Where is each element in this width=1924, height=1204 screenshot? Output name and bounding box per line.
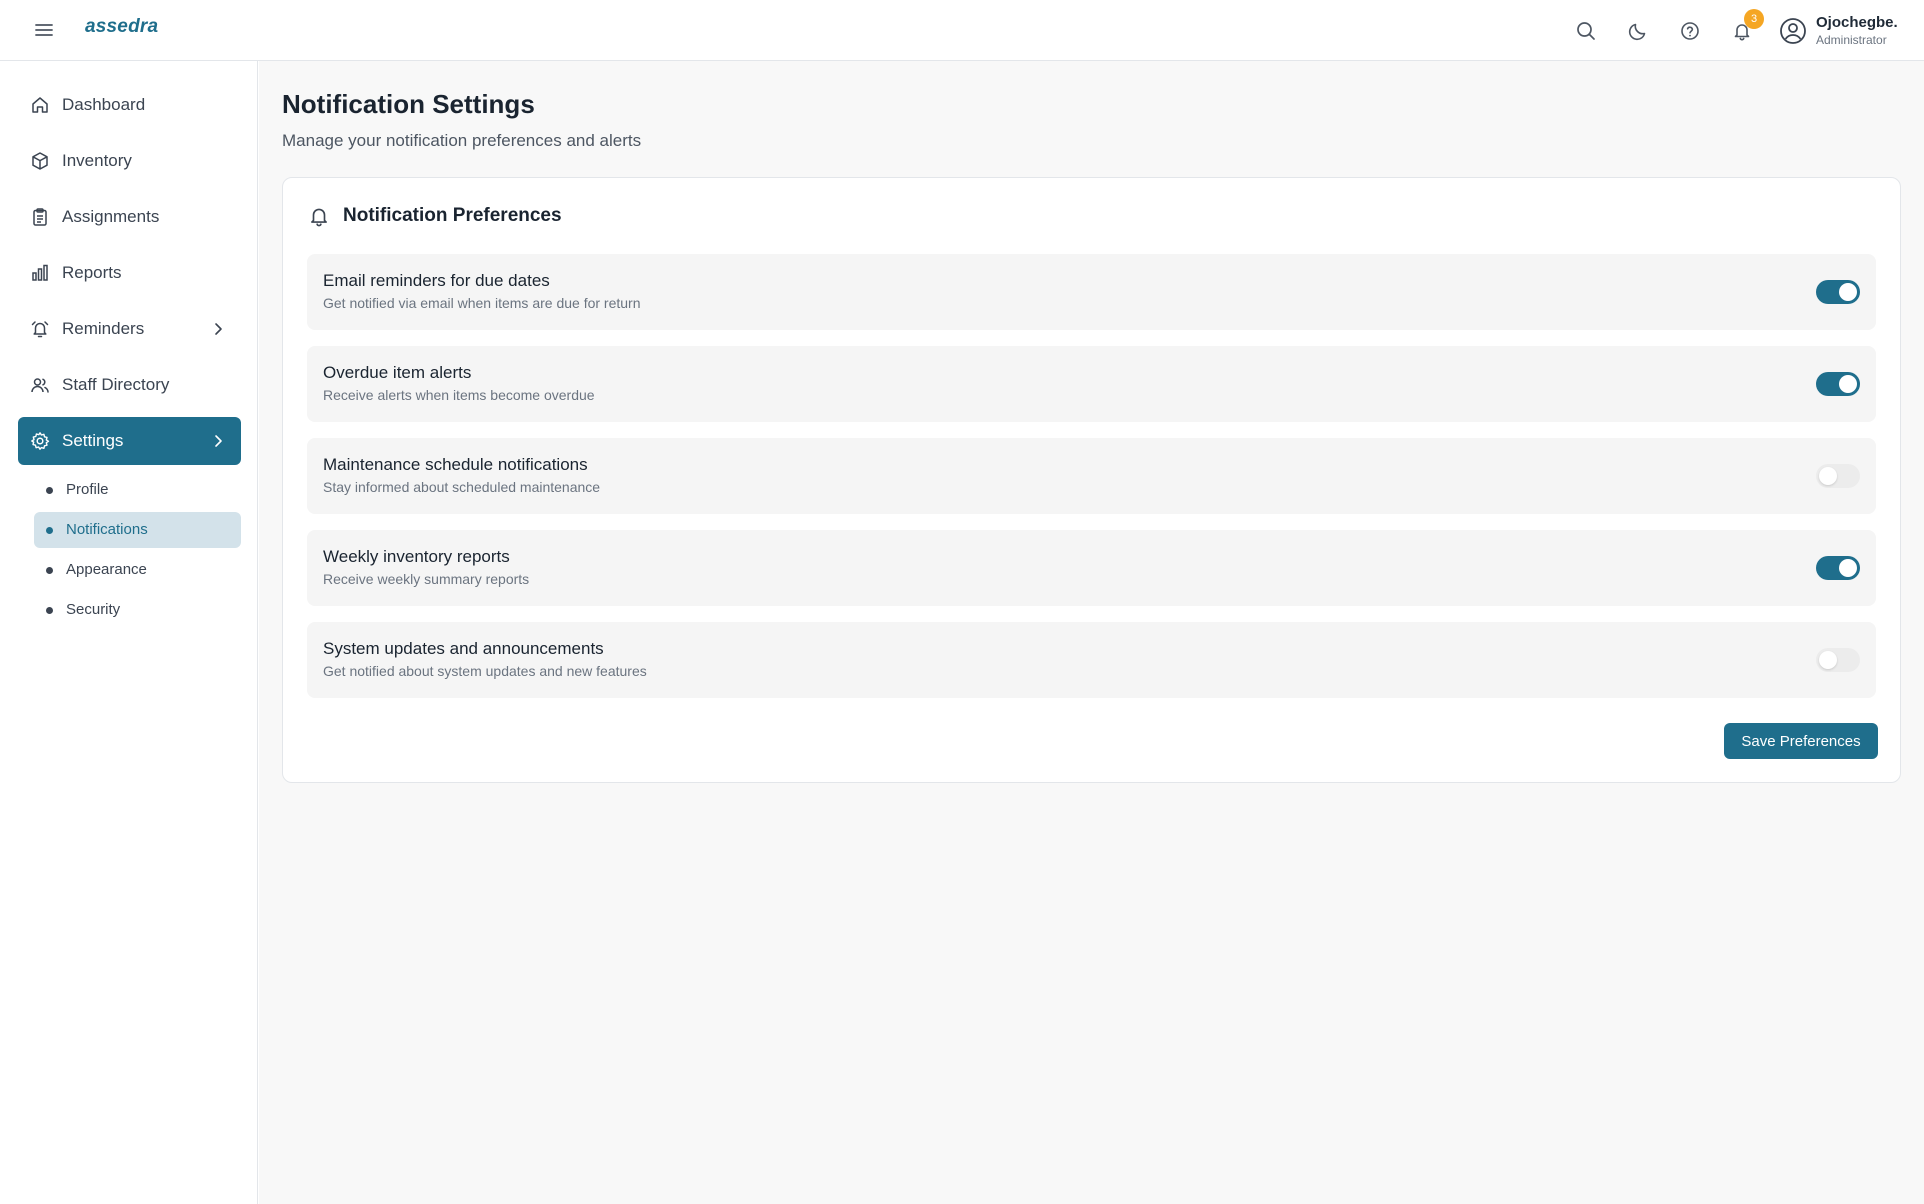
preference-description: Stay informed about scheduled maintenanc…	[323, 479, 601, 495]
preference-title: System updates and announcements	[323, 639, 604, 658]
main-content: Notification Settings Manage your notifi…	[259, 61, 1924, 1204]
sidebar-item-reminders[interactable]: Reminders	[18, 305, 241, 353]
gear-icon	[30, 431, 50, 451]
moon-icon[interactable]	[1625, 18, 1651, 44]
toggle-knob	[1839, 559, 1857, 577]
bullet-dot-icon	[46, 527, 53, 534]
box-icon	[30, 151, 50, 171]
preference-row-weekly-reports: Weekly inventory reports Receive weekly …	[307, 530, 1876, 606]
toggle-knob	[1839, 283, 1857, 301]
page-subtitle: Manage your notification preferences and…	[282, 131, 642, 150]
chevron-right-icon	[209, 432, 227, 450]
sidebar-item-reports[interactable]: Reports	[18, 249, 241, 297]
menu-icon[interactable]	[30, 18, 58, 42]
preference-row-system-updates: System updates and announcements Get not…	[307, 622, 1876, 698]
chevron-right-icon	[209, 320, 227, 338]
bullet-dot-icon	[46, 567, 53, 574]
toggle-switch[interactable]	[1816, 464, 1860, 488]
page-title: Notification Settings	[282, 89, 535, 119]
preference-title: Overdue item alerts	[323, 363, 472, 382]
preference-title: Weekly inventory reports	[323, 547, 510, 566]
preference-description: Get notified via email when items are du…	[323, 295, 641, 311]
bullet-dot-icon	[46, 487, 53, 494]
preference-row-maintenance: Maintenance schedule notifications Stay …	[307, 438, 1876, 514]
preference-description: Get notified about system updates and ne…	[323, 663, 647, 679]
preference-description: Receive weekly summary reports	[323, 571, 530, 587]
user-menu[interactable]: Ojochegbe. Administrator	[1816, 14, 1916, 50]
card-title: Notification Preferences	[343, 205, 562, 226]
sidebar-item-label: Reports	[62, 263, 122, 282]
user-role: Administrator	[1816, 33, 1887, 47]
sidebar-item-label: Assignments	[62, 207, 160, 226]
notification-count-badge: 3	[1744, 9, 1764, 29]
save-preferences-button[interactable]: Save Preferences	[1724, 723, 1878, 759]
sidebar-item-label: Reminders	[62, 319, 145, 338]
toggle-switch[interactable]	[1816, 648, 1860, 672]
sidebar-item-label: Staff Directory	[62, 375, 170, 394]
preference-title: Maintenance schedule notifications	[323, 455, 588, 474]
user-circle-icon[interactable]	[1779, 17, 1807, 45]
home-icon	[30, 95, 50, 115]
toggle-knob	[1819, 651, 1837, 669]
help-icon[interactable]	[1677, 18, 1703, 44]
app-logo[interactable]: assedra	[85, 16, 158, 38]
sidebar-subitem-notifications[interactable]: Notifications	[34, 512, 241, 548]
sidebar-subitem-label: Security	[66, 601, 121, 618]
sidebar-subitem-profile[interactable]: Profile	[34, 472, 241, 508]
toggle-switch[interactable]	[1816, 372, 1860, 396]
sidebar: Dashboard Inventory Assignments Reports …	[0, 61, 258, 1204]
bell-icon	[307, 204, 331, 228]
sidebar-item-inventory[interactable]: Inventory	[18, 137, 241, 185]
preference-description: Receive alerts when items become overdue	[323, 387, 595, 403]
sidebar-item-label: Settings	[62, 431, 124, 450]
preference-row-email-reminders: Email reminders for due dates Get notifi…	[307, 254, 1876, 330]
search-icon[interactable]	[1573, 18, 1599, 44]
bar-chart-icon	[30, 263, 50, 283]
sidebar-item-dashboard[interactable]: Dashboard	[18, 81, 241, 129]
sidebar-subitem-appearance[interactable]: Appearance	[34, 552, 241, 588]
sidebar-item-settings[interactable]: Settings	[18, 417, 241, 465]
users-icon	[30, 375, 50, 395]
user-name: Ojochegbe.	[1816, 14, 1898, 31]
preference-title: Email reminders for due dates	[323, 271, 550, 290]
sidebar-item-staff-directory[interactable]: Staff Directory	[18, 361, 241, 409]
alarm-icon	[30, 319, 50, 339]
toggle-knob	[1839, 375, 1857, 393]
sidebar-item-label: Dashboard	[62, 95, 146, 114]
preference-row-overdue-alerts: Overdue item alerts Receive alerts when …	[307, 346, 1876, 422]
sidebar-subitem-security[interactable]: Security	[34, 592, 241, 628]
clipboard-icon	[30, 207, 50, 227]
toggle-switch[interactable]	[1816, 556, 1860, 580]
toggle-knob	[1819, 467, 1837, 485]
sidebar-subitem-label: Notifications	[66, 521, 148, 538]
toggle-switch[interactable]	[1816, 280, 1860, 304]
sidebar-item-label: Inventory	[62, 151, 132, 170]
sidebar-subitem-label: Appearance	[66, 561, 147, 578]
bullet-dot-icon	[46, 607, 53, 614]
notification-preferences-card: Notification Preferences Email reminders…	[282, 177, 1901, 783]
top-bar: assedra 3 Ojochegbe. Administrator	[0, 0, 1924, 61]
sidebar-item-assignments[interactable]: Assignments	[18, 193, 241, 241]
sidebar-subitem-label: Profile	[66, 481, 109, 498]
